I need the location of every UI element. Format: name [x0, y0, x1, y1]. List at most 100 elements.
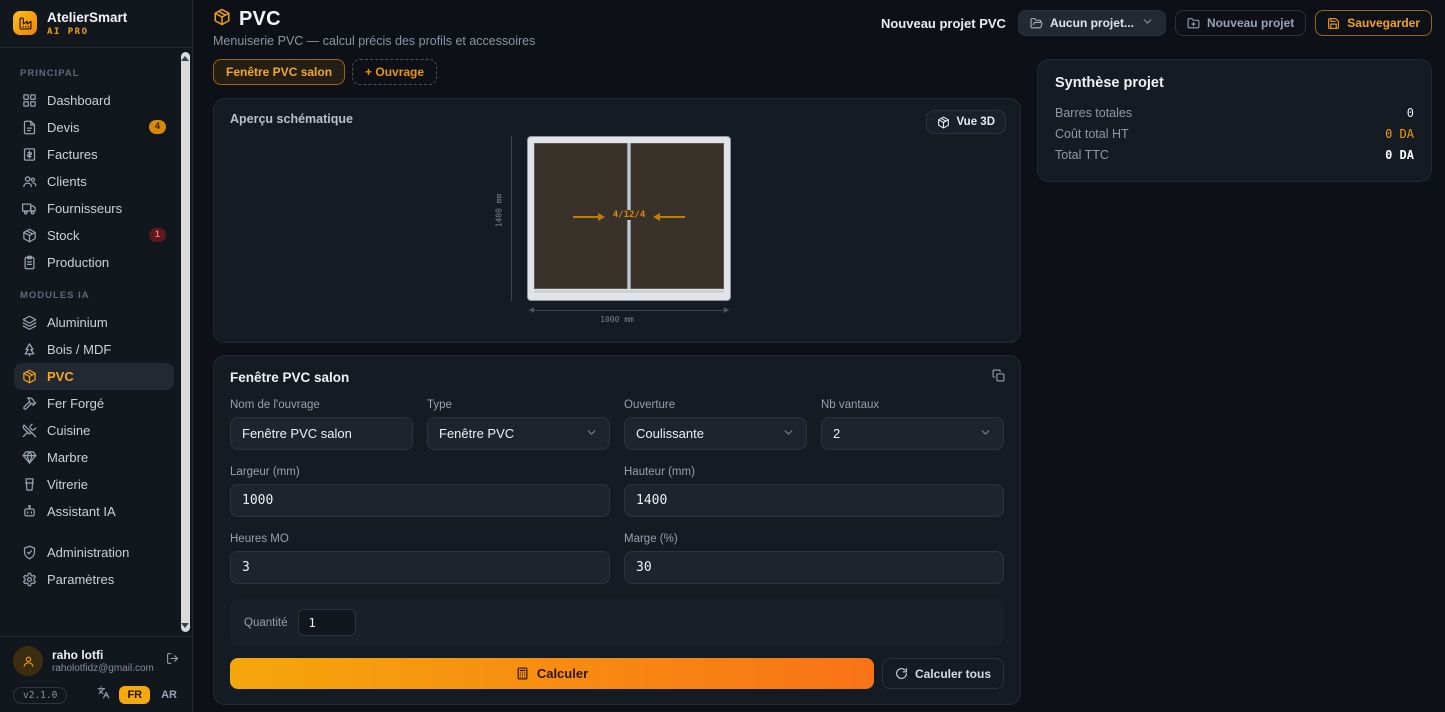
- name-field-label: Nom de l'ouvrage: [230, 399, 413, 411]
- sidebar-item-fer-forge[interactable]: Fer Forgé: [14, 390, 174, 417]
- user-icon: [22, 655, 35, 668]
- sashes-select[interactable]: 2: [821, 417, 1004, 450]
- height-dimension-label: 1400 mm: [495, 186, 504, 236]
- sidebar-item-production[interactable]: Production: [14, 249, 174, 276]
- opening-select[interactable]: Coulissante: [624, 417, 807, 450]
- type-field-label: Type: [427, 399, 610, 411]
- ouvrage-form-card: Fenêtre PVC salon Nom de l'ouvrage Type …: [213, 355, 1021, 705]
- page-subtitle: Menuiserie PVC — calcul précis des profi…: [213, 34, 535, 48]
- stock-alert-badge: 1: [149, 228, 166, 241]
- sidebar-item-bois-mdf[interactable]: Bois / MDF: [14, 336, 174, 363]
- save-button[interactable]: Sauvegarder: [1315, 10, 1432, 36]
- opening-field-label: Ouverture: [624, 399, 807, 411]
- nav-section-principal: PRINCIPAL: [20, 68, 174, 79]
- margin-field-label: Marge (%): [624, 533, 1004, 545]
- width-field-label: Largeur (mm): [230, 466, 610, 478]
- truck-icon: [22, 201, 37, 216]
- width-input[interactable]: [230, 484, 610, 517]
- version-badge: v2.1.0: [13, 687, 67, 704]
- languages-icon: [97, 686, 110, 704]
- refresh-icon: [895, 667, 908, 680]
- calculate-button[interactable]: Calculer: [230, 658, 874, 689]
- sidebar-item-devis[interactable]: Devis 4: [14, 114, 174, 141]
- devis-count-badge: 4: [149, 120, 166, 133]
- summary-row-bars: Barres totales 0: [1055, 102, 1414, 123]
- hammer-icon: [22, 396, 37, 411]
- chevron-down-icon: [1141, 15, 1154, 31]
- sidebar-item-cuisine[interactable]: Cuisine: [14, 417, 174, 444]
- ouvrage-name-input[interactable]: [230, 417, 413, 450]
- users-icon: [22, 174, 37, 189]
- quantity-input[interactable]: [298, 609, 356, 636]
- slide-arrow-left-icon: [659, 216, 685, 218]
- shield-check-icon: [22, 545, 37, 560]
- save-icon: [1327, 17, 1340, 30]
- scrollbar-up-arrow-icon[interactable]: [181, 56, 189, 61]
- language-button-ar[interactable]: AR: [159, 686, 179, 704]
- project-select-value: Aucun projet...: [1050, 16, 1134, 30]
- sidebar-item-administration[interactable]: Administration: [14, 539, 174, 566]
- sidebar-item-stock[interactable]: Stock 1: [14, 222, 174, 249]
- sidebar-item-fournisseurs[interactable]: Fournisseurs: [14, 195, 174, 222]
- glazing-label: 4/12/4: [610, 210, 649, 220]
- tab-fenetre-pvc-salon[interactable]: Fenêtre PVC salon: [213, 59, 345, 85]
- view-3d-button[interactable]: Vue 3D: [926, 110, 1006, 134]
- invoice-icon: [22, 147, 37, 162]
- project-select[interactable]: Aucun projet...: [1018, 10, 1166, 36]
- sidebar-item-pvc[interactable]: PVC: [14, 363, 174, 390]
- gem-icon: [22, 450, 37, 465]
- new-project-button[interactable]: Nouveau projet: [1175, 10, 1306, 36]
- total-bars-value: 0: [1407, 106, 1414, 120]
- ouvrage-tabs: Fenêtre PVC salon + Ouvrage: [213, 59, 1021, 85]
- sidebar-item-vitrerie[interactable]: Vitrerie: [14, 471, 174, 498]
- tab-add-ouvrage[interactable]: + Ouvrage: [352, 59, 437, 85]
- sidebar-item-aluminium[interactable]: Aluminium: [14, 309, 174, 336]
- logout-icon: [166, 652, 179, 665]
- folder-plus-icon: [1187, 17, 1200, 30]
- package-icon: [22, 228, 37, 243]
- type-select[interactable]: Fenêtre PVC: [427, 417, 610, 450]
- total-ht-value: 0 DA: [1385, 127, 1414, 141]
- user-profile[interactable]: raho lotfi raholotfidz@gmail.com: [13, 646, 179, 676]
- pvc-package-icon: [213, 8, 231, 31]
- sidebar-item-clients[interactable]: Clients: [14, 168, 174, 195]
- nav-section-modules-ia: MODULES IA: [20, 290, 174, 301]
- header-actions: Nouveau projet PVC Aucun projet... Nouve…: [881, 8, 1432, 36]
- logout-button[interactable]: [166, 652, 179, 670]
- user-email: raholotfidz@gmail.com: [52, 663, 157, 674]
- window-sill-track: [534, 290, 724, 293]
- summary-row-cost-ht: Coût total HT 0 DA: [1055, 123, 1414, 144]
- scrollbar-down-arrow-icon[interactable]: [181, 623, 189, 628]
- package-icon: [22, 369, 37, 384]
- clipboard-icon: [22, 255, 37, 270]
- calculate-all-button[interactable]: Calculer tous: [882, 658, 1004, 689]
- user-name: raho lotfi: [52, 648, 157, 662]
- height-input[interactable]: [624, 484, 1004, 517]
- sidebar-item-assistant-ia[interactable]: Assistant IA: [14, 498, 174, 525]
- height-field-label: Hauteur (mm): [624, 466, 1004, 478]
- sidebar: AtelierSmart AI PRO PRINCIPAL Dashboard …: [0, 0, 193, 712]
- form-title: Fenêtre PVC salon: [230, 370, 1004, 385]
- language-button-fr[interactable]: FR: [119, 686, 150, 704]
- width-dimension-line: [529, 310, 729, 311]
- layers-icon: [22, 315, 37, 330]
- window-frame: 4/12/4: [527, 136, 731, 301]
- utensils-crossed-icon: [22, 423, 37, 438]
- margin-input[interactable]: [624, 551, 1004, 584]
- factory-icon: [19, 17, 32, 30]
- sidebar-scrollbar[interactable]: [181, 52, 190, 632]
- duplicate-ouvrage-button[interactable]: [992, 369, 1005, 387]
- chevron-down-icon: [782, 426, 795, 442]
- labor-hours-input[interactable]: [230, 551, 610, 584]
- sidebar-item-parametres[interactable]: Paramètres: [14, 566, 174, 593]
- sidebar-item-factures[interactable]: Factures: [14, 141, 174, 168]
- app-name: AtelierSmart: [47, 10, 127, 26]
- tree-icon: [22, 342, 37, 357]
- sashes-field-label: Nb vantaux: [821, 399, 1004, 411]
- sidebar-item-dashboard[interactable]: Dashboard: [14, 87, 174, 114]
- total-ttc-value: 0 DA: [1385, 148, 1414, 162]
- quantity-label: Quantité: [244, 617, 287, 629]
- height-dimension-line: [511, 136, 512, 301]
- sidebar-item-marbre[interactable]: Marbre: [14, 444, 174, 471]
- brand-header: AtelierSmart AI PRO: [0, 0, 192, 48]
